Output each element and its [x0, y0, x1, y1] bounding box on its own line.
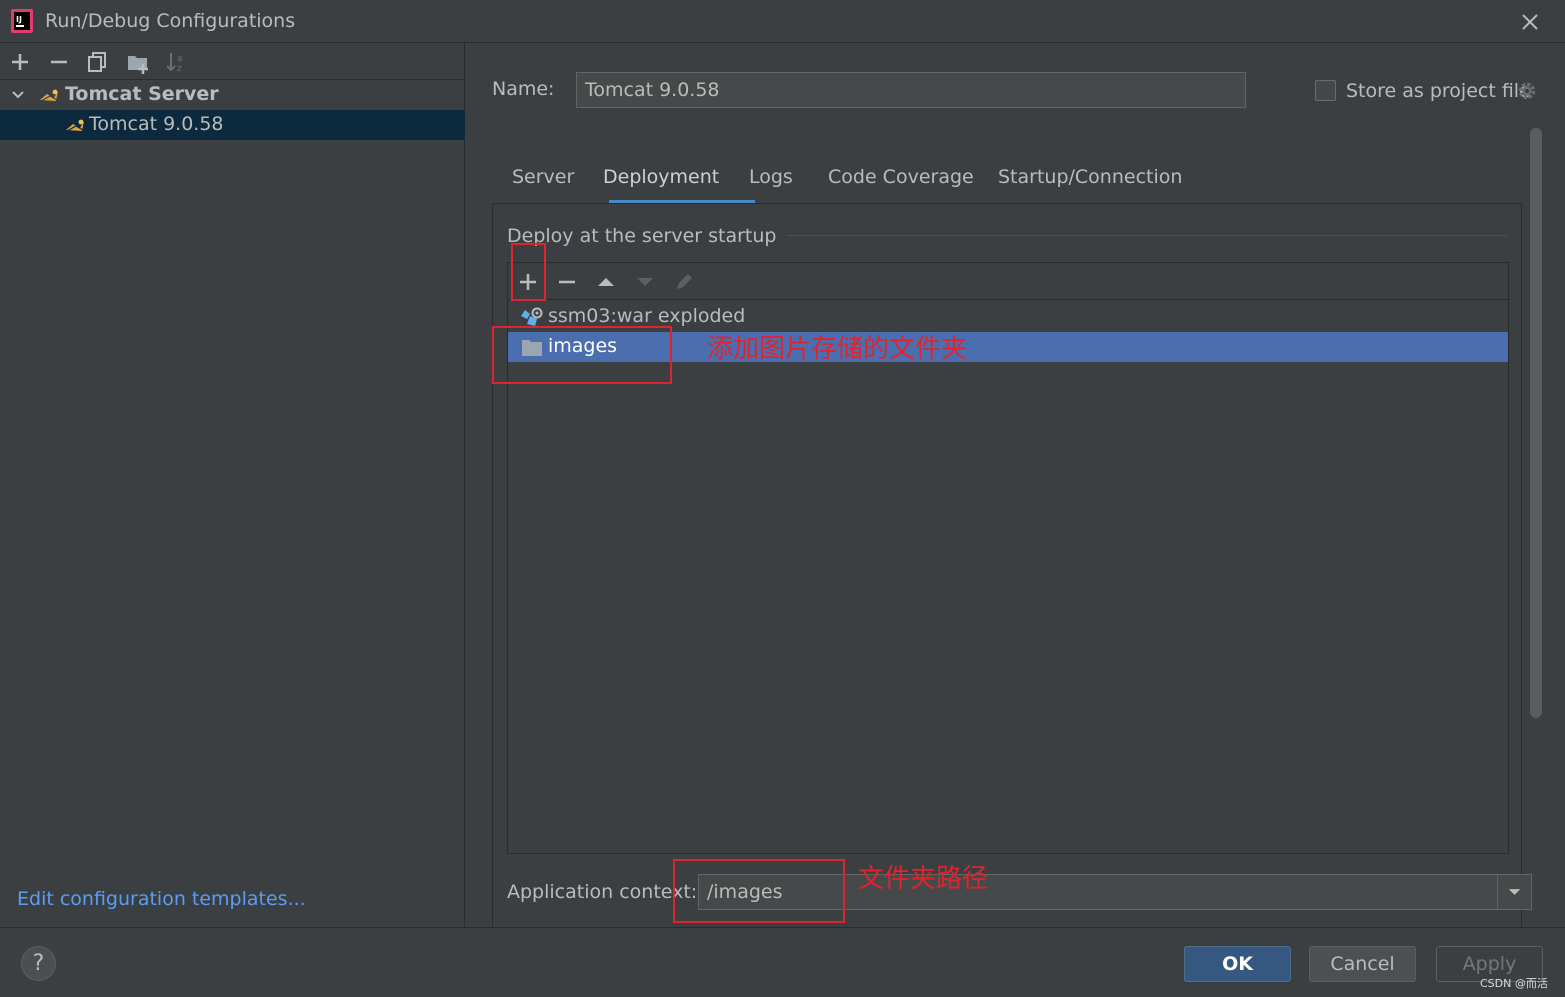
tab-code-coverage[interactable]: Code Coverage — [828, 166, 974, 188]
new-folder-icon[interactable] — [125, 49, 151, 75]
move-up-icon[interactable] — [593, 269, 619, 295]
deployment-item-label: ssm03:war exploded — [548, 305, 746, 327]
title-bar: IJ Run/Debug Configurations — [0, 0, 1565, 43]
edit-icon[interactable] — [671, 269, 697, 295]
close-icon[interactable] — [1516, 8, 1544, 36]
store-as-project-file-checkbox[interactable] — [1315, 80, 1336, 101]
tab-startup-connection[interactable]: Startup/Connection — [998, 166, 1182, 188]
edit-configuration-templates-link[interactable]: Edit configuration templates... — [17, 888, 306, 910]
svg-text:IJ: IJ — [16, 15, 22, 24]
vertical-scrollbar[interactable] — [1530, 128, 1542, 718]
watermark: CSDN @而活 — [1480, 977, 1548, 990]
tomcat-icon — [66, 119, 84, 132]
deployment-toolbar — [508, 263, 1508, 300]
help-button[interactable]: ? — [21, 946, 56, 981]
cancel-button[interactable]: Cancel — [1309, 946, 1416, 982]
tree-item-label: Tomcat 9.0.58 — [89, 113, 224, 135]
annotation-box-context-field — [673, 859, 845, 923]
name-label: Name: — [492, 78, 555, 100]
deployment-tab-content: Deploy at the server startup ssm03:war e… — [492, 203, 1532, 927]
dialog-button-bar: ? OK Cancel Apply CSDN @而活 — [0, 927, 1565, 997]
configurations-tree-panel: a z Tomcat Server Tomcat 9.0.58 Edit con… — [0, 43, 465, 927]
name-input[interactable] — [576, 72, 1246, 108]
sort-icon[interactable]: a z — [164, 49, 190, 75]
chevron-down-icon[interactable] — [1497, 875, 1531, 909]
window-title: Run/Debug Configurations — [45, 10, 296, 32]
annotation-box-images-item — [492, 326, 672, 384]
ok-button[interactable]: OK — [1184, 946, 1291, 982]
tree-item-label: Tomcat Server — [65, 83, 219, 105]
remove-icon[interactable] — [46, 49, 72, 75]
tree-item-tomcat-server[interactable]: Tomcat Server — [0, 80, 465, 110]
copy-icon[interactable] — [85, 49, 111, 75]
tab-server[interactable]: Server — [512, 166, 574, 188]
svg-text:a: a — [177, 54, 183, 64]
add-icon[interactable] — [7, 49, 33, 75]
svg-text:z: z — [177, 64, 182, 74]
chevron-down-icon[interactable] — [10, 87, 26, 103]
annotation-box-add-button — [511, 243, 546, 301]
tree-toolbar: a z — [0, 43, 465, 80]
configuration-editor: Name: Store as project file Server Deplo… — [466, 43, 1565, 927]
section-title: Deploy at the server startup — [507, 225, 787, 247]
tomcat-icon — [40, 89, 58, 102]
annotation-folder-note: 添加图片存储的文件夹 — [707, 334, 968, 364]
remove-icon[interactable] — [554, 269, 580, 295]
tree-item-tomcat-9-0-58[interactable]: Tomcat 9.0.58 — [0, 110, 465, 140]
gear-icon[interactable] — [1516, 80, 1538, 102]
intellij-app-icon: IJ — [11, 9, 33, 33]
application-context-label: Application context: — [507, 881, 698, 903]
move-down-icon[interactable] — [632, 269, 658, 295]
tab-logs[interactable]: Logs — [749, 166, 793, 188]
store-as-project-file-label: Store as project file — [1346, 80, 1531, 102]
artifact-icon — [521, 307, 543, 326]
tab-deployment[interactable]: Deployment — [603, 166, 719, 188]
annotation-path-note: 文件夹路径 — [858, 864, 989, 894]
